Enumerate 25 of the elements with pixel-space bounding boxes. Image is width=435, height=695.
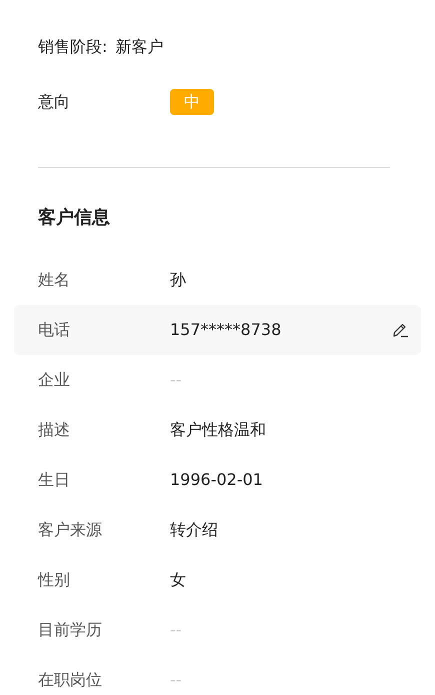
intent-label: 意向 bbox=[38, 91, 71, 113]
field-value: 157*****8738 bbox=[170, 319, 282, 341]
sales-stage-label: 销售阶段: bbox=[38, 36, 108, 58]
field-value: -- bbox=[170, 369, 183, 391]
field-value: -- bbox=[170, 669, 183, 691]
field-value: 1996-02-01 bbox=[170, 469, 264, 491]
field-value: 客户性格温和 bbox=[170, 419, 267, 441]
field-label: 客户来源 bbox=[38, 519, 103, 541]
section-title: 客户信息 bbox=[38, 206, 111, 230]
field-label: 姓名 bbox=[38, 269, 71, 291]
field-value: 女 bbox=[170, 569, 187, 591]
sales-stage-value: 新客户 bbox=[115, 36, 164, 58]
field-label: 电话 bbox=[38, 319, 71, 341]
field-value: 转介绍 bbox=[170, 519, 219, 541]
field-label: 生日 bbox=[38, 469, 71, 491]
info-row[interactable]: 电话 157*****8738 bbox=[14, 305, 421, 355]
field-label: 企业 bbox=[38, 369, 71, 391]
edit-icon[interactable] bbox=[391, 321, 409, 339]
intent-badge: 中 bbox=[170, 89, 214, 115]
field-label: 描述 bbox=[38, 419, 71, 441]
field-label: 在职岗位 bbox=[38, 669, 103, 691]
field-label: 性别 bbox=[38, 569, 71, 591]
field-label: 目前学历 bbox=[38, 619, 103, 641]
field-value: 孙 bbox=[170, 269, 187, 291]
field-value: -- bbox=[170, 619, 183, 641]
